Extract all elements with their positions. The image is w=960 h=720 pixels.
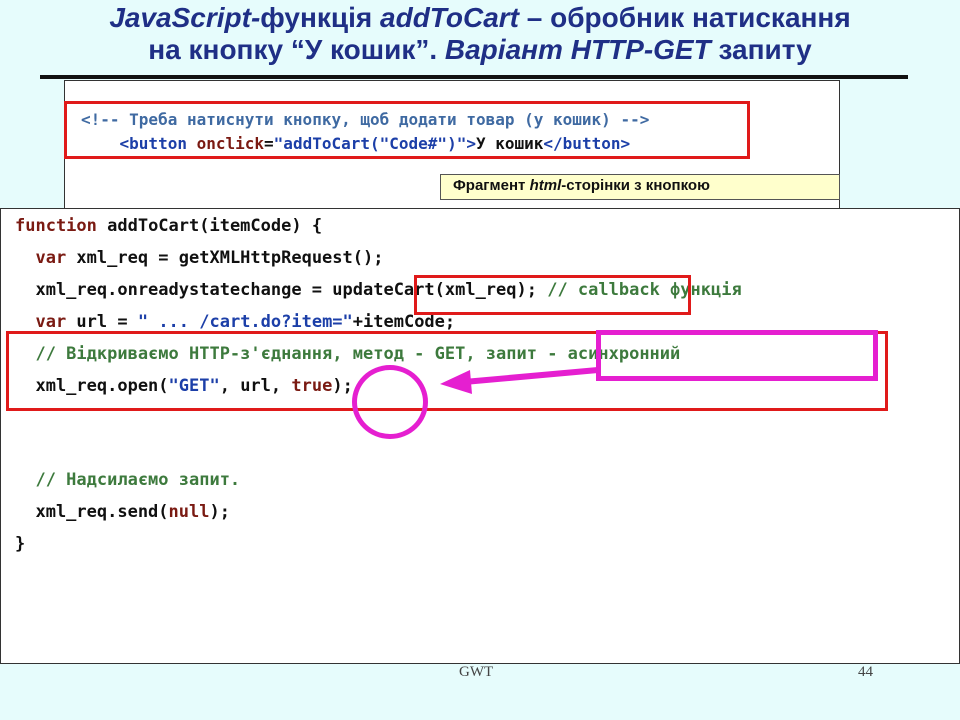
footer-label: GWT — [459, 664, 494, 680]
page-number: 44 — [858, 664, 873, 680]
pointer-arrow-icon — [440, 367, 599, 394]
